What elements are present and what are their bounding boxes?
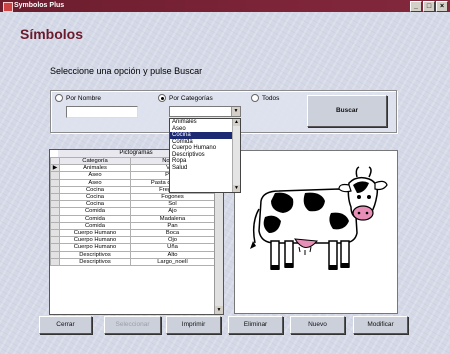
cell-nombre[interactable]: Fogones xyxy=(130,193,215,202)
modify-button[interactable]: Modificar xyxy=(353,316,408,334)
row-selector[interactable] xyxy=(50,236,60,245)
cell-categoria[interactable]: Descriptivos xyxy=(59,257,131,267)
cell-nombre[interactable]: Boca xyxy=(130,229,215,238)
table-row[interactable]: Cuerpo Humano Ojo xyxy=(50,236,215,245)
radio-todos[interactable]: Todos xyxy=(251,94,279,102)
table-row[interactable]: Cuerpo Humano Uña xyxy=(50,243,215,252)
row-selector[interactable] xyxy=(50,185,60,195)
radio-dot-checked xyxy=(158,94,166,102)
page-title: Símbolos xyxy=(20,26,84,42)
current-row-arrow-icon: ▶ xyxy=(50,164,60,173)
close-button[interactable]: Cerrar xyxy=(39,316,92,334)
radio-dot xyxy=(251,94,259,102)
table-row[interactable]: Cocina Fogones xyxy=(50,193,215,202)
row-selector[interactable] xyxy=(50,243,60,252)
table-row[interactable]: Comida Madalena xyxy=(50,214,215,223)
table-row[interactable]: Descriptivos Alto xyxy=(50,250,215,259)
cell-categoria[interactable]: Cuerpo Humano xyxy=(59,236,131,245)
name-input[interactable] xyxy=(66,106,138,118)
minimize-button[interactable]: _ xyxy=(410,1,422,12)
radio-por-nombre[interactable]: Por Nombre xyxy=(55,94,101,102)
column-header-categoria[interactable]: Categoría xyxy=(59,156,131,166)
cell-categoria[interactable]: Comida xyxy=(59,221,131,231)
cell-categoria[interactable]: Cocina xyxy=(59,185,131,195)
cell-nombre[interactable]: Largo_noelí xyxy=(130,257,215,267)
cell-categoria[interactable]: Cuerpo Humano xyxy=(59,229,131,238)
delete-button[interactable]: Eliminar xyxy=(228,316,283,334)
cell-nombre[interactable]: Uña xyxy=(130,243,215,252)
cell-categoria[interactable]: Cocina xyxy=(59,200,131,209)
cell-nombre[interactable]: Madalena xyxy=(130,214,215,223)
row-selector-header xyxy=(50,156,60,166)
radio-label: Por Nombre xyxy=(66,94,102,102)
window-title: Symbolos Plus xyxy=(14,2,65,9)
table-row[interactable]: Cocina Sol xyxy=(50,200,215,209)
table-row[interactable]: Descriptivos Largo_noelí xyxy=(50,257,215,267)
cell-nombre[interactable]: Ojo xyxy=(130,236,215,245)
maximize-button[interactable]: □ xyxy=(423,1,435,12)
row-selector[interactable] xyxy=(50,178,60,187)
cell-categoria[interactable]: Cuerpo Humano xyxy=(59,243,131,252)
cell-nombre[interactable]: Pan xyxy=(130,221,215,231)
table-row[interactable]: Comida Pan xyxy=(50,221,215,231)
cell-nombre[interactable]: Ajo xyxy=(130,207,215,216)
pictogram-preview xyxy=(234,150,398,314)
cow-pictogram-icon xyxy=(250,166,388,270)
cell-nombre[interactable]: Alto xyxy=(130,250,215,259)
scroll-up-icon[interactable]: ▲ xyxy=(233,119,240,126)
cell-categoria[interactable]: Cocina xyxy=(59,193,131,202)
select-button[interactable]: Seleccionar xyxy=(104,316,161,334)
table-row[interactable]: Comida Ajo xyxy=(50,207,215,216)
app-icon xyxy=(3,2,13,12)
cell-categoria[interactable]: Aseo xyxy=(59,178,131,187)
cell-categoria[interactable]: Descriptivos xyxy=(59,250,131,259)
category-dropdown-list: Animales Aseo Cocina Comida Cuerpo Human… xyxy=(169,118,241,193)
row-selector[interactable] xyxy=(50,229,60,238)
close-window-button[interactable]: × xyxy=(436,1,448,12)
table-row[interactable]: Cuerpo Humano Boca xyxy=(50,229,215,238)
row-selector[interactable] xyxy=(50,257,60,267)
cell-categoria[interactable]: Animales xyxy=(59,164,131,173)
radio-label: Por Categorías xyxy=(169,94,213,102)
row-selector[interactable] xyxy=(50,200,60,209)
scroll-down-icon[interactable]: ▼ xyxy=(233,185,240,192)
row-selector[interactable] xyxy=(50,221,60,231)
main-form: Símbolos Seleccione una opción y pulse B… xyxy=(0,12,450,354)
instruction-text: Seleccione una opción y pulse Buscar xyxy=(50,66,203,76)
scroll-down-icon[interactable]: ▼ xyxy=(215,306,223,314)
new-button[interactable]: Nuevo xyxy=(290,316,345,334)
window-controls: _ □ × xyxy=(410,1,448,12)
title-bar: Symbolos Plus _ □ × xyxy=(0,0,450,12)
category-select[interactable]: ▼ xyxy=(169,106,241,117)
cell-categoria[interactable]: Comida xyxy=(59,207,131,216)
search-button[interactable]: Buscar xyxy=(307,95,387,127)
row-selector[interactable] xyxy=(50,250,60,259)
dropdown-item[interactable]: Salud xyxy=(170,165,240,172)
row-selector[interactable] xyxy=(50,171,60,180)
row-selector[interactable] xyxy=(50,193,60,202)
radio-label: Todos xyxy=(262,94,280,102)
radio-por-categorias[interactable]: Por Categorías xyxy=(158,94,213,102)
cell-categoria[interactable]: Aseo xyxy=(59,171,131,180)
cell-nombre[interactable]: Sol xyxy=(130,200,215,209)
row-selector[interactable] xyxy=(50,214,60,223)
print-button[interactable]: Imprimir xyxy=(166,316,221,334)
radio-dot xyxy=(55,94,63,102)
chevron-down-icon[interactable]: ▼ xyxy=(231,107,240,116)
row-selector[interactable] xyxy=(50,207,60,216)
cell-categoria[interactable]: Comida xyxy=(59,214,131,223)
dropdown-scrollbar[interactable]: ▲ ▼ xyxy=(232,119,240,192)
